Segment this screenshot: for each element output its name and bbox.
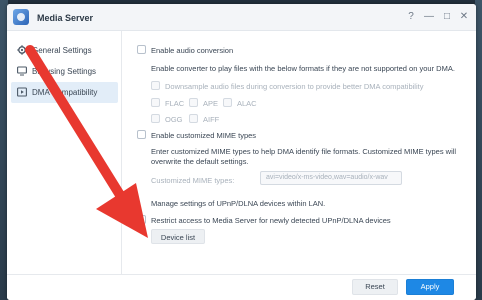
reset-button[interactable]: Reset	[352, 279, 398, 295]
sidebar: General Settings Browsing Settings DMA C…	[7, 31, 122, 300]
close-button[interactable]: ✕	[458, 11, 470, 23]
sidebar-item-browsing-settings[interactable]: Browsing Settings	[11, 61, 118, 82]
ape-label: APE	[203, 99, 219, 108]
audio-conversion-description: Enable converter to play files with the …	[151, 64, 455, 73]
aiff-label: AIFF	[203, 115, 220, 124]
manage-upnp-label: Manage settings of UPnP/DLNA devices wit…	[151, 199, 326, 208]
maximize-button[interactable]: □	[441, 11, 453, 23]
media-server-window: Media Server ? — □ ✕ General Settings Br…	[7, 4, 476, 300]
downsample-label: Downsample audio files during conversion…	[165, 82, 424, 91]
aiff-checkbox[interactable]	[189, 114, 198, 123]
ogg-checkbox[interactable]	[151, 114, 160, 123]
ogg-label: OGG	[165, 115, 183, 124]
settings-content: Enable audio conversion Enable converter…	[123, 31, 476, 274]
minimize-button[interactable]: —	[423, 11, 435, 23]
mime-types-input[interactable]: avi=video/x-ms-video,wav=audio/x-wav	[260, 171, 402, 185]
footer-bar: Reset Apply	[7, 274, 476, 300]
enable-mime-types-checkbox[interactable]	[137, 130, 146, 139]
enable-audio-conversion-label: Enable audio conversion	[151, 46, 234, 55]
sidebar-item-dma-compatibility[interactable]: DMA Compatibility	[11, 82, 118, 103]
alac-checkbox[interactable]	[223, 98, 232, 107]
device-list-button[interactable]: Device list	[151, 229, 205, 244]
alac-label: ALAC	[237, 99, 257, 108]
sidebar-item-general-settings[interactable]: General Settings	[11, 40, 118, 61]
window-title: Media Server	[37, 13, 94, 23]
help-button[interactable]: ?	[405, 11, 417, 23]
downsample-checkbox[interactable]	[151, 81, 160, 90]
apply-button[interactable]: Apply	[406, 279, 454, 295]
sidebar-item-label: DMA Compatibility	[32, 88, 98, 97]
flac-label: FLAC	[165, 99, 185, 108]
sidebar-item-label: General Settings	[32, 46, 92, 55]
restrict-access-checkbox[interactable]	[137, 215, 146, 224]
sidebar-item-label: Browsing Settings	[32, 67, 97, 76]
media-server-app-icon	[13, 9, 29, 25]
enable-audio-conversion-checkbox[interactable]	[137, 45, 146, 54]
play-icon	[17, 87, 27, 97]
gear-icon	[17, 45, 27, 55]
flac-checkbox[interactable]	[151, 98, 160, 107]
desktop-background-right	[475, 0, 482, 300]
mime-types-field-label: Customized MIME types:	[151, 176, 235, 185]
ape-checkbox[interactable]	[189, 98, 198, 107]
restrict-access-label: Restrict access to Media Server for newl…	[151, 216, 391, 225]
enable-mime-types-label: Enable customized MIME types	[151, 131, 257, 140]
monitor-icon	[17, 66, 27, 76]
mime-types-description: Enter customized MIME types to help DMA …	[151, 147, 457, 166]
title-bar[interactable]: Media Server ? — □ ✕	[7, 4, 476, 31]
